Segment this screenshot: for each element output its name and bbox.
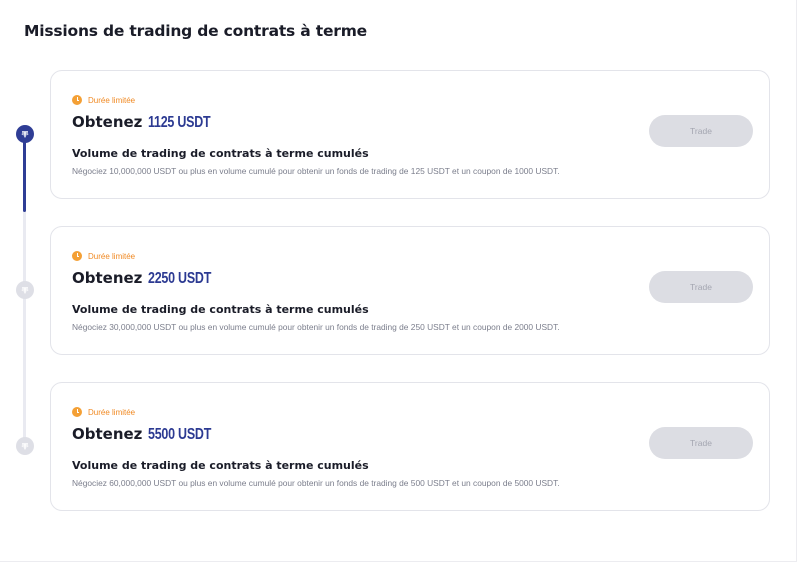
mission-title: Volume de trading de contrats à terme cu…	[72, 303, 369, 316]
mission-card: Durée limitée Obtenez 5500 USDT Volume d…	[50, 382, 770, 511]
mission-description: Négociez 60,000,000 USDT ou plus en volu…	[72, 478, 560, 488]
tag-label: Durée limitée	[88, 95, 136, 105]
tether-icon	[16, 125, 34, 143]
tether-icon	[16, 437, 34, 455]
reward-heading: Obtenez 2250 USDT	[72, 269, 229, 288]
reward-prefix: Obtenez	[72, 113, 143, 131]
tag-label: Durée limitée	[88, 407, 136, 417]
reward-amount: 5500 USDT	[148, 426, 212, 443]
trade-button[interactable]: Trade	[649, 115, 753, 147]
reward-amount: 2250 USDT	[148, 270, 212, 287]
reward-heading: Obtenez 1125 USDT	[72, 113, 228, 132]
reward-heading: Obtenez 5500 USDT	[72, 425, 229, 444]
clock-icon	[72, 251, 82, 261]
reward-prefix: Obtenez	[72, 269, 143, 287]
trade-button[interactable]: Trade	[649, 271, 753, 303]
tether-icon	[16, 281, 34, 299]
trade-button[interactable]: Trade	[649, 427, 753, 459]
tag-label: Durée limitée	[88, 251, 136, 261]
limited-time-tag: Durée limitée	[72, 95, 135, 105]
mission-card: Durée limitée Obtenez 1125 USDT Volume d…	[50, 70, 770, 199]
mission-title: Volume de trading de contrats à terme cu…	[72, 147, 369, 160]
reward-amount: 1125 USDT	[148, 114, 211, 131]
missions-panel: Missions de trading de contrats à terme …	[0, 0, 797, 562]
section-title: Missions de trading de contrats à terme	[24, 22, 367, 40]
mission-title: Volume de trading de contrats à terme cu…	[72, 459, 369, 472]
mission-description: Négociez 30,000,000 USDT ou plus en volu…	[72, 322, 560, 332]
limited-time-tag: Durée limitée	[72, 251, 135, 261]
reward-prefix: Obtenez	[72, 425, 143, 443]
mission-card: Durée limitée Obtenez 2250 USDT Volume d…	[50, 226, 770, 355]
timeline-progress	[23, 136, 26, 212]
clock-icon	[72, 407, 82, 417]
mission-description: Négociez 10,000,000 USDT ou plus en volu…	[72, 166, 560, 176]
clock-icon	[72, 95, 82, 105]
limited-time-tag: Durée limitée	[72, 407, 135, 417]
